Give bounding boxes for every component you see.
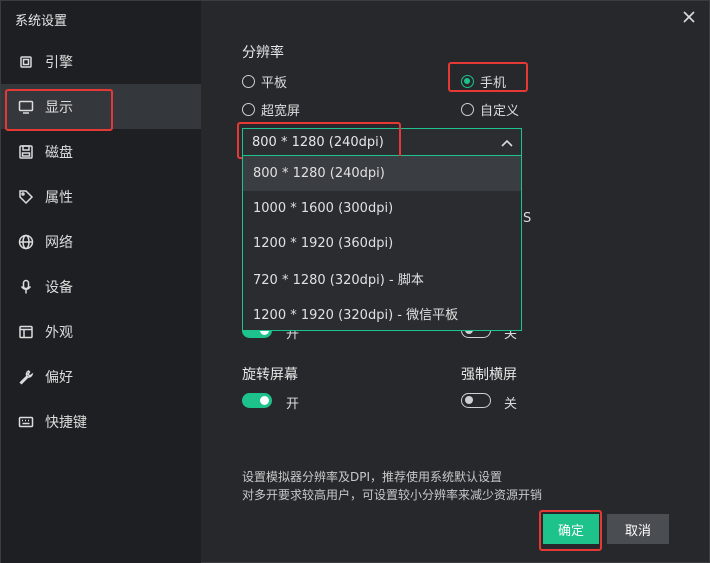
rotate-state-label: 开	[286, 397, 300, 412]
radio-phone[interactable]: 手机	[461, 72, 506, 91]
globe-icon	[17, 233, 35, 251]
radio-label: 超宽屏	[261, 104, 301, 119]
sidebar-nav: 引擎 显示 磁盘 属性 网络 设备 外观 偏好 快捷键	[1, 39, 201, 444]
resolution-dropdown: 800 * 1280 (240dpi) 1000 * 1600 (300dpi)…	[242, 156, 522, 331]
resolution-select-value: 800 * 1280 (240dpi)	[252, 134, 384, 150]
sidebar-item-network[interactable]: 网络	[1, 219, 201, 264]
sidebar-item-engine[interactable]: 引擎	[1, 39, 201, 84]
sidebar-item-label: 外观	[45, 324, 73, 341]
resolution-title: 分辨率	[242, 45, 284, 61]
dropdown-option[interactable]: 1200 * 1920 (360dpi)	[243, 226, 521, 261]
rotate-toggle[interactable]	[242, 393, 272, 408]
sidebar: 系统设置 引擎 显示 磁盘 属性 网络 设备 外观 偏好 快捷键	[1, 1, 201, 563]
display-settings-panel: 分辨率 平板 手机 超宽屏 自定义 S 开 关 800 * 1280 (240d…	[201, 1, 709, 562]
note-line-1: 设置模拟器分辨率及DPI，推荐使用系统默认设置	[242, 470, 503, 484]
chevron-up-icon	[501, 137, 513, 147]
cancel-button[interactable]: 取消	[607, 514, 669, 544]
window-title: 系统设置	[15, 14, 68, 29]
radio-label: 平板	[261, 76, 288, 91]
radio-dot	[242, 103, 255, 116]
microphone-icon	[17, 278, 35, 296]
radio-dot	[242, 75, 255, 88]
radio-ultrawide[interactable]: 超宽屏	[242, 100, 300, 119]
resolution-select[interactable]: 800 * 1280 (240dpi)	[242, 128, 522, 156]
sidebar-item-display[interactable]: 显示	[1, 84, 201, 129]
sidebar-item-label: 快捷键	[45, 414, 87, 431]
sidebar-item-appearance[interactable]: 外观	[1, 309, 201, 354]
dropdown-option[interactable]: 1000 * 1600 (300dpi)	[243, 191, 521, 226]
sidebar-item-preferences[interactable]: 偏好	[1, 354, 201, 399]
radio-dot	[461, 75, 474, 88]
disk-icon	[17, 143, 35, 161]
sidebar-item-shortcuts[interactable]: 快捷键	[1, 399, 201, 444]
radio-tablet[interactable]: 平板	[242, 72, 287, 91]
tag-icon	[17, 188, 35, 206]
partial-label-s: S	[523, 211, 532, 226]
force-landscape-state-label: 关	[504, 397, 518, 412]
radio-label: 手机	[480, 76, 507, 91]
sidebar-item-label: 显示	[45, 99, 73, 116]
sidebar-item-devices[interactable]: 设备	[1, 264, 201, 309]
settings-window: 系统设置 引擎 显示 磁盘 属性 网络 设备 外观 偏好 快捷键 分辨率 平板 …	[0, 0, 710, 563]
sidebar-item-label: 属性	[45, 189, 73, 206]
sidebar-item-properties[interactable]: 属性	[1, 174, 201, 219]
radio-custom[interactable]: 自定义	[461, 100, 519, 119]
sidebar-item-label: 网络	[45, 234, 73, 251]
appearance-icon	[17, 323, 35, 341]
sidebar-item-label: 磁盘	[45, 144, 73, 161]
sidebar-item-label: 引擎	[45, 54, 73, 71]
dropdown-option[interactable]: 800 * 1280 (240dpi)	[243, 156, 521, 191]
engine-icon	[17, 53, 35, 71]
sidebar-item-label: 偏好	[45, 369, 73, 386]
note-line-2: 对多开要求较高用户，可设置较小分辨率来减少资源开销	[242, 488, 543, 502]
dropdown-option[interactable]: 720 * 1280 (320dpi) - 脚本	[243, 261, 521, 296]
monitor-icon	[17, 98, 35, 116]
dropdown-option[interactable]: 1200 * 1920 (320dpi) - 微信平板	[243, 296, 521, 331]
keyboard-icon	[17, 413, 35, 431]
sidebar-item-label: 设备	[45, 279, 73, 296]
radio-dot	[461, 103, 474, 116]
force-landscape-title: 强制横屏	[461, 367, 517, 383]
rotate-title: 旋转屏幕	[242, 367, 298, 383]
wrench-icon	[17, 368, 35, 386]
force-landscape-toggle[interactable]	[461, 393, 491, 408]
radio-label: 自定义	[480, 104, 520, 119]
sidebar-item-disk[interactable]: 磁盘	[1, 129, 201, 174]
confirm-button[interactable]: 确定	[543, 514, 599, 544]
